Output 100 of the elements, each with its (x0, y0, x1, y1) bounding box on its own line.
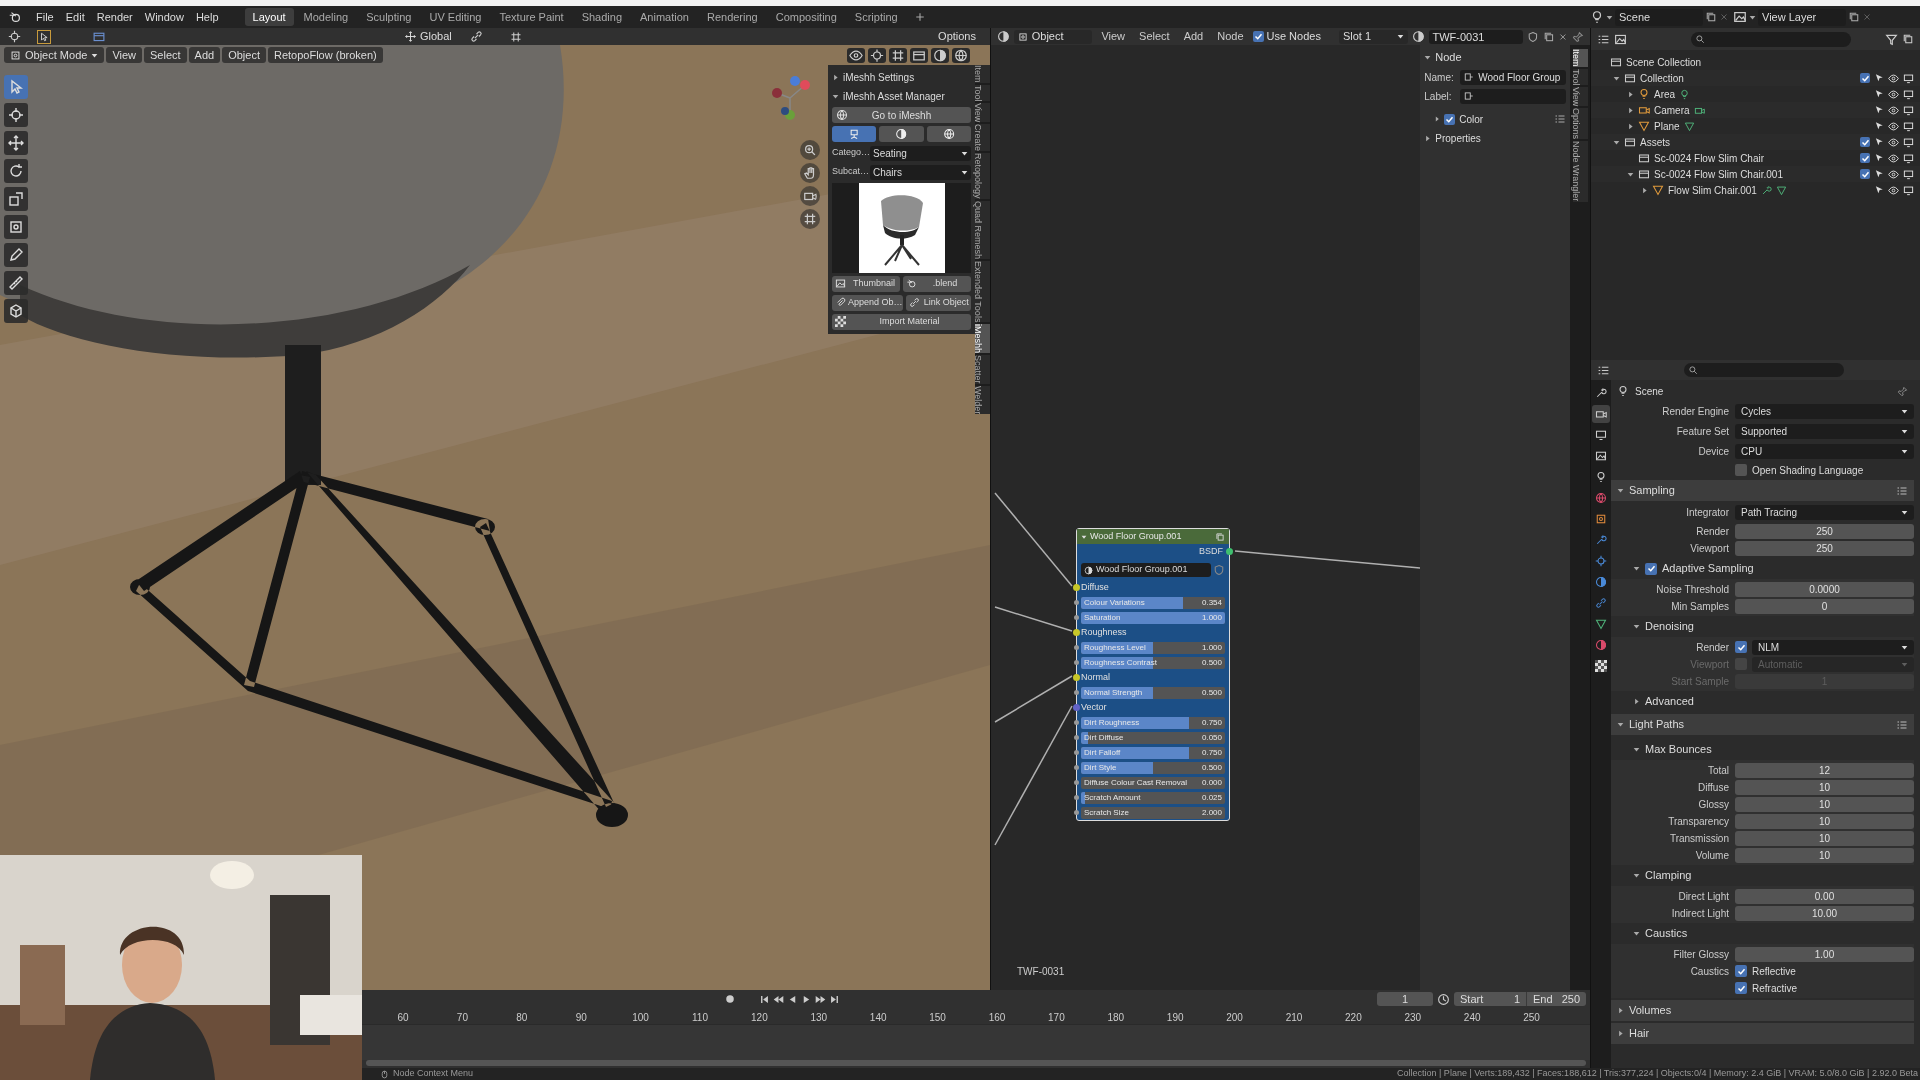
outliner-item[interactable]: Scene Collection (1626, 54, 1702, 70)
number-field[interactable]: 0.0000 (1735, 581, 1914, 597)
caret-down-icon[interactable] (1606, 13, 1613, 21)
checkbox[interactable] (1735, 641, 1747, 653)
caret-down-icon[interactable] (1613, 74, 1620, 82)
copy-icon[interactable] (1705, 11, 1717, 23)
text-field[interactable] (1460, 88, 1567, 104)
sidebar-tab[interactable]: Item (1572, 49, 1588, 67)
material-icon[interactable] (1411, 30, 1425, 43)
eye-icon[interactable] (1888, 120, 1899, 132)
start-frame-field[interactable]: Start 1 (1454, 992, 1526, 1006)
view-icon[interactable] (1614, 32, 1627, 46)
dropdown[interactable]: Slot 1 (1338, 29, 1408, 44)
checkbox[interactable] (1735, 965, 1747, 977)
mesh-data-icon[interactable] (1775, 184, 1787, 196)
list-icon[interactable] (1896, 484, 1908, 497)
node-slider[interactable]: Normal Strength 0.500 (1081, 686, 1225, 699)
dropdown[interactable]: Supported (1735, 424, 1914, 439)
frame-field[interactable]: 1 (1377, 992, 1433, 1006)
node-slider[interactable]: Scratch Size 2.000 (1081, 806, 1225, 819)
outliner-item[interactable]: Camera (1654, 102, 1690, 118)
eye-icon[interactable] (1888, 104, 1899, 116)
options-button[interactable]: Options (932, 28, 982, 45)
caret-right-icon[interactable] (1627, 90, 1634, 98)
checkbox[interactable] (1860, 73, 1870, 83)
workspace-tab[interactable]: Sculpting (358, 8, 420, 26)
caret-right-icon[interactable] (1641, 186, 1648, 194)
panel-header[interactable]: Light Paths (1611, 714, 1914, 735)
caret-down-icon[interactable] (1613, 138, 1620, 146)
node-slider[interactable]: Colour Variations 0.354 (1081, 596, 1225, 609)
shield-icon[interactable] (1526, 30, 1539, 43)
jump-start-icon[interactable] (759, 993, 770, 1005)
number-field[interactable]: 10.00 (1735, 905, 1914, 921)
workspace-tab[interactable]: Modeling (295, 8, 357, 26)
end-frame-field[interactable]: End 250 (1526, 992, 1586, 1006)
panel-header[interactable]: Clamping (1611, 865, 1914, 886)
checkbox[interactable] (1860, 153, 1870, 163)
eye-icon[interactable] (1888, 88, 1899, 100)
clock-icon[interactable] (1437, 992, 1450, 1006)
group-field[interactable]: Wood Floor Group.001 (1081, 563, 1211, 577)
scene-icon[interactable] (1590, 10, 1604, 24)
light-data-icon[interactable] (1679, 88, 1691, 100)
number-field[interactable]: 10 (1735, 796, 1914, 812)
menu-item[interactable]: Add (1178, 28, 1209, 45)
wrench-icon[interactable] (1760, 184, 1772, 196)
checkbox[interactable] (1645, 562, 1657, 575)
dropdown[interactable]: Object (1013, 29, 1093, 44)
panel-header[interactable]: Hair (1611, 1023, 1914, 1044)
dropdown[interactable]: CPU (1735, 444, 1914, 459)
outliner-item[interactable]: Area (1654, 86, 1676, 102)
caret-down-icon[interactable] (1081, 533, 1087, 540)
list-icon[interactable] (1896, 718, 1908, 731)
search-field[interactable] (1684, 363, 1844, 377)
node-slider[interactable]: Dirt Roughness 0.750 (1081, 716, 1225, 729)
menu-item[interactable]: Window (138, 8, 190, 26)
dropdown[interactable]: Path Tracing (1735, 505, 1914, 520)
menu-item[interactable]: View (1096, 28, 1131, 45)
menu-item[interactable]: Help (189, 8, 225, 26)
sidebar-tab[interactable]: View (1572, 87, 1588, 107)
checkbox[interactable] (1860, 169, 1870, 179)
snap-icon[interactable] (510, 30, 522, 43)
number-field[interactable]: 10 (1735, 830, 1914, 846)
transform-orientation-dropdown[interactable]: Global (405, 28, 452, 45)
node-slider[interactable]: Diffuse Colour Cast Removal 0.000 (1081, 776, 1225, 789)
panel-header[interactable]: Properties (1424, 130, 1567, 146)
pin-icon[interactable] (1572, 30, 1584, 43)
panel-header[interactable]: Max Bounces (1611, 739, 1914, 760)
number-field[interactable]: 12 (1735, 762, 1914, 778)
checkbox[interactable] (1444, 113, 1456, 125)
mesh-data-icon[interactable] (1683, 120, 1695, 132)
render-icon[interactable] (1592, 405, 1610, 423)
caret-right-icon[interactable] (1434, 116, 1441, 122)
copy-icon[interactable] (1542, 30, 1555, 43)
panel-header[interactable]: Advanced (1611, 691, 1914, 712)
number-field[interactable]: 0.00 (1735, 888, 1914, 904)
group-icon[interactable] (1215, 531, 1225, 542)
dropdown[interactable]: Cycles (1735, 404, 1914, 419)
outliner-item[interactable]: Sc-0024 Flow Slim Chair.001 (1654, 166, 1783, 182)
texture-icon[interactable] (1592, 657, 1610, 675)
workspace-tab[interactable]: Shading (573, 8, 631, 26)
pin-icon[interactable] (1897, 385, 1908, 397)
node-slider[interactable]: Roughness Level 1.000 (1081, 641, 1225, 654)
sidebar-tab[interactable]: Options (1572, 108, 1588, 140)
monitor-icon[interactable] (1903, 136, 1914, 148)
material-field[interactable]: TWF-0031 (1428, 29, 1523, 44)
checkbox[interactable] (1252, 31, 1264, 42)
number-field[interactable]: 10 (1735, 779, 1914, 795)
checkbox[interactable] (1735, 464, 1747, 476)
node-slider[interactable]: Dirt Style 0.500 (1081, 761, 1225, 774)
workspace-tab[interactable]: UV Editing (421, 8, 490, 26)
panel-header[interactable]: Adaptive Sampling (1611, 558, 1914, 579)
outliner-item[interactable]: Flow Slim Chair.001 (1668, 182, 1757, 198)
search-field[interactable] (1691, 31, 1851, 47)
caret-right-icon[interactable] (1627, 122, 1634, 130)
eye-icon[interactable] (1888, 136, 1899, 148)
outliner-item[interactable]: Collection (1640, 70, 1684, 86)
copy-icon[interactable] (1848, 11, 1860, 23)
menu-item[interactable]: Select (1134, 28, 1175, 45)
editor-type-icon[interactable] (997, 30, 1010, 43)
monitor-icon[interactable] (1903, 72, 1914, 84)
